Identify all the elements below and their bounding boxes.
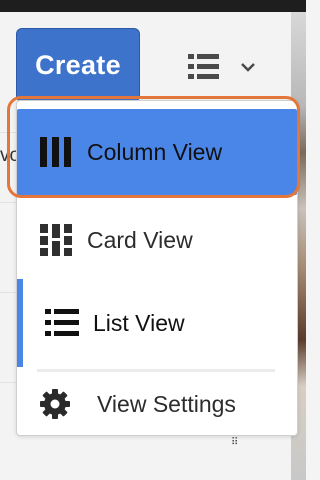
menu-item-view-settings[interactable]: View Settings bbox=[17, 373, 297, 435]
menu-item-label: Card View bbox=[87, 226, 193, 253]
menu-divider bbox=[37, 369, 275, 372]
resize-handle-icon[interactable]: ⠿ bbox=[231, 438, 238, 448]
chevron-down-icon bbox=[240, 60, 256, 78]
highlight-annotation bbox=[7, 96, 300, 198]
list-view-icon bbox=[45, 308, 79, 338]
list-view-icon bbox=[188, 52, 220, 87]
menu-item-list-view[interactable]: List View bbox=[17, 279, 297, 367]
menu-item-label: View Settings bbox=[97, 390, 236, 417]
gear-icon bbox=[39, 388, 71, 420]
view-switcher-button[interactable] bbox=[178, 44, 276, 94]
menu-item-label: List View bbox=[93, 309, 185, 336]
menu-item-card-view[interactable]: Card View bbox=[17, 197, 297, 283]
card-view-icon bbox=[39, 223, 73, 257]
active-indicator bbox=[17, 279, 23, 367]
create-button[interactable]: Create bbox=[16, 28, 140, 102]
top-bar bbox=[0, 0, 306, 12]
